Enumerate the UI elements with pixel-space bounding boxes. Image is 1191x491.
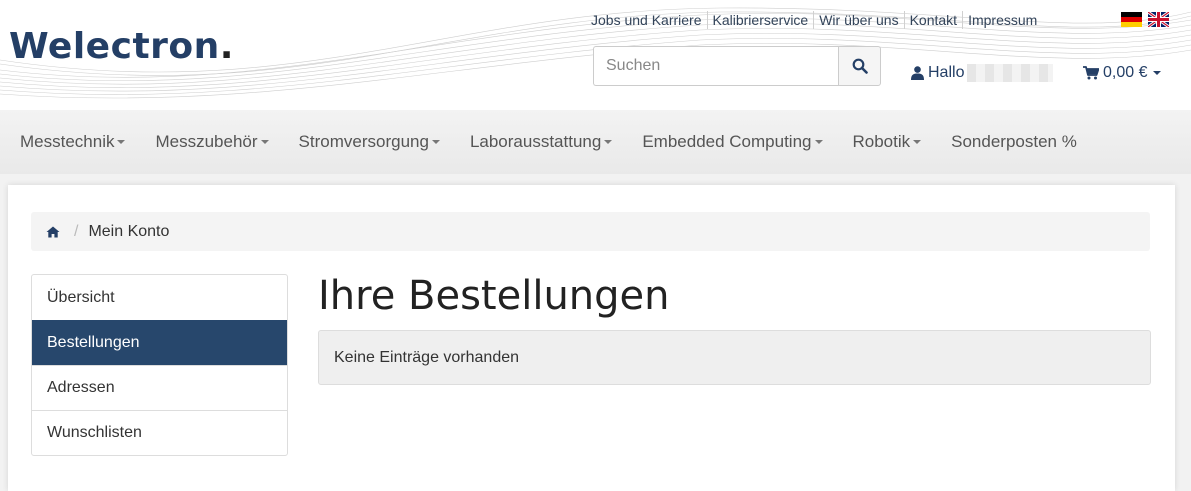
chevron-down-icon [913, 140, 922, 144]
nav-label: Laborausstattung [469, 132, 602, 151]
top-link-about[interactable]: Wir über uns [813, 11, 903, 29]
chevron-down-icon [117, 140, 126, 144]
account-content: / Mein Konto Übersicht Bestellungen Adre… [8, 185, 1175, 491]
nav-item-sonderposten[interactable]: Sonderposten % [951, 132, 1077, 152]
nav-label: Embedded Computing [642, 132, 812, 151]
home-icon[interactable] [46, 226, 60, 238]
account-menu[interactable]: Hallo [911, 64, 1054, 82]
nav-label: Stromversorgung [298, 132, 429, 151]
chevron-down-icon [431, 140, 440, 144]
chevron-down-icon [260, 140, 269, 144]
search-input[interactable] [593, 46, 839, 86]
account-username-redacted [967, 64, 1054, 82]
sidebar-item-adressen[interactable]: Adressen [32, 365, 287, 410]
breadcrumb-separator: / [74, 222, 79, 240]
chevron-down-icon [604, 140, 613, 144]
nav-label: Messtechnik [20, 132, 115, 151]
top-link-kalibrierservice[interactable]: Kalibrierservice [706, 11, 814, 29]
nav-label: Sonderposten % [951, 132, 1077, 151]
search-button[interactable] [838, 46, 881, 86]
chevron-down-icon [814, 140, 823, 144]
top-link-contact[interactable]: Kontakt [903, 11, 962, 29]
site-header: Welectron. Jobs und Karriere Kalibrierse… [0, 0, 1191, 110]
search-icon [852, 58, 868, 74]
cart-button[interactable]: 0,00 € [1083, 64, 1162, 82]
search-form [593, 46, 881, 86]
top-link-impressum[interactable]: Impressum [962, 11, 1042, 29]
sidebar-item-bestellungen[interactable]: Bestellungen [32, 320, 287, 365]
flag-gb-icon[interactable] [1148, 12, 1169, 27]
account-greeting: Hallo [928, 64, 965, 81]
logo-dot: . [219, 26, 234, 67]
nav-item-messzubehoer[interactable]: Messzubehör [155, 132, 269, 152]
nav-label: Messzubehör [155, 132, 258, 151]
language-switcher [1121, 12, 1169, 27]
sidebar-item-uebersicht[interactable]: Übersicht [32, 275, 287, 320]
empty-orders-message: Keine Einträge vorhanden [318, 330, 1151, 385]
logo[interactable]: Welectron. [9, 26, 234, 67]
account-sidebar: Übersicht Bestellungen Adressen Wunschli… [31, 274, 288, 456]
logo-text: Welectron [9, 26, 220, 67]
nav-label: Robotik [852, 132, 911, 151]
page-title: Ihre Bestellungen [318, 273, 670, 319]
flag-de-icon[interactable] [1121, 12, 1142, 27]
user-icon [911, 66, 924, 80]
top-links: Jobs und Karriere Kalibrierservice Wir ü… [586, 11, 1042, 29]
nav-item-stromversorgung[interactable]: Stromversorgung [299, 132, 440, 152]
nav-item-messtechnik[interactable]: Messtechnik [20, 132, 126, 152]
nav-item-laborausstattung[interactable]: Laborausstattung [469, 132, 613, 152]
cart-icon [1083, 66, 1099, 80]
breadcrumb-current: Mein Konto [88, 222, 170, 240]
nav-item-embedded-computing[interactable]: Embedded Computing [642, 132, 823, 152]
nav-item-robotik[interactable]: Robotik [853, 132, 922, 152]
sidebar-item-wunschlisten[interactable]: Wunschlisten [32, 410, 287, 455]
main-navigation: Messtechnik Messzubehör Stromversorgung … [0, 110, 1191, 174]
chevron-down-icon [1153, 71, 1162, 75]
top-link-jobs[interactable]: Jobs und Karriere [586, 11, 707, 29]
breadcrumb: / Mein Konto [31, 212, 1150, 251]
cart-total: 0,00 € [1103, 64, 1148, 81]
